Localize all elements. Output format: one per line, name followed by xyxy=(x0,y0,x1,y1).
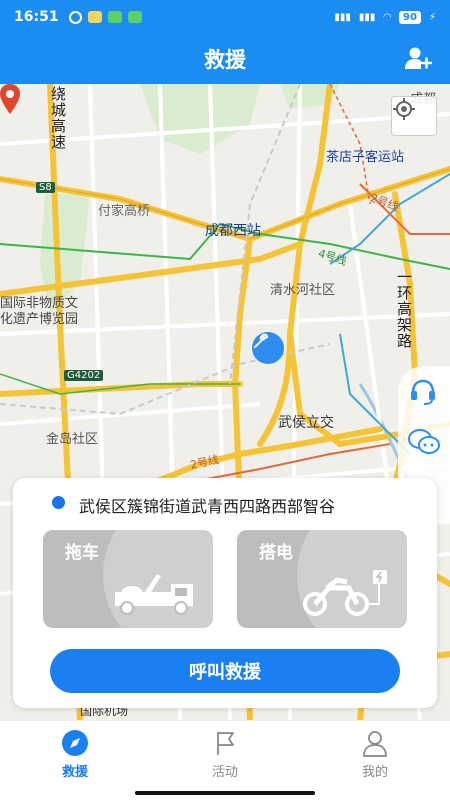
map-label: 化遗产博览园 xyxy=(0,312,79,327)
flag-icon xyxy=(211,729,239,757)
rescue-card: 武侯区簇锦街道武青西四路西部智谷 拖车 搭电 呼叫救援 xyxy=(13,478,437,708)
bottom-tab-bar: 救援 活动 我的 xyxy=(0,720,450,800)
call-rescue-button[interactable]: 呼叫救援 xyxy=(50,649,400,693)
service-label: 搭电 xyxy=(259,543,293,563)
map-label: 清水河社区 xyxy=(270,283,336,298)
signal-icon: ▮▮▮ xyxy=(358,11,376,23)
compass-icon xyxy=(61,729,89,757)
app-icon xyxy=(127,10,142,23)
status-right: ▮▮▮ ▮▮▮ ◠ 90 ⚡ xyxy=(334,10,436,24)
app-header: 救援 xyxy=(0,34,450,84)
tab-label: 我的 xyxy=(361,765,388,780)
map-label: 茶店子客运站 xyxy=(326,150,405,165)
map-label: 成都西站 xyxy=(205,223,261,239)
alarm-icon xyxy=(68,10,82,24)
location-pin-icon xyxy=(0,84,20,114)
status-time: 16:51 xyxy=(14,9,59,25)
charging-icon: ⚡ xyxy=(428,11,436,23)
target-icon xyxy=(393,98,415,120)
folder-icon xyxy=(87,10,102,23)
map-label: 武侯立交 xyxy=(278,415,334,431)
tow-service-button[interactable]: 拖车 xyxy=(43,530,213,628)
map-label: 一环高架路 xyxy=(395,269,413,349)
tab-label: 活动 xyxy=(211,765,238,780)
map-label: 付家高桥 xyxy=(98,204,151,219)
map-label: 金岛社区 xyxy=(46,432,99,447)
home-indicator xyxy=(135,791,315,795)
current-location-dot xyxy=(52,496,65,509)
battery-plug-icon xyxy=(303,570,387,616)
tab-label: 救援 xyxy=(61,765,88,780)
page-title: 救援 xyxy=(204,48,246,72)
tab-activity[interactable]: 活动 xyxy=(185,729,265,785)
tow-truck-icon xyxy=(115,574,193,615)
jump-start-service-button[interactable]: 搭电 xyxy=(237,530,407,628)
signal-icon: ▮▮▮ xyxy=(334,11,351,23)
app-icon xyxy=(107,10,122,23)
wrench-icon[interactable] xyxy=(252,332,284,364)
headset-icon[interactable] xyxy=(408,376,440,408)
current-address[interactable]: 武侯区簇锦街道武青西四路西部智谷 xyxy=(79,493,450,517)
tab-mine[interactable]: 我的 xyxy=(335,729,415,785)
service-label: 拖车 xyxy=(65,543,99,563)
battery-icon: 90 xyxy=(399,10,421,24)
tab-rescue[interactable]: 救援 xyxy=(35,729,115,785)
notification-icons xyxy=(68,10,142,24)
status-bar: 16:51 ▮▮▮ ▮▮▮ ◠ 90 ⚡ xyxy=(0,0,450,34)
locate-button[interactable] xyxy=(391,96,437,136)
user-icon xyxy=(361,729,389,757)
chat-icon[interactable] xyxy=(408,428,440,460)
contact-user-icon[interactable] xyxy=(404,44,433,72)
wifi-icon: ◠ xyxy=(383,11,392,23)
map-label: G4202 xyxy=(64,370,104,381)
map-label: 绕城高速 xyxy=(49,86,67,150)
map-label: S8 xyxy=(36,182,55,193)
